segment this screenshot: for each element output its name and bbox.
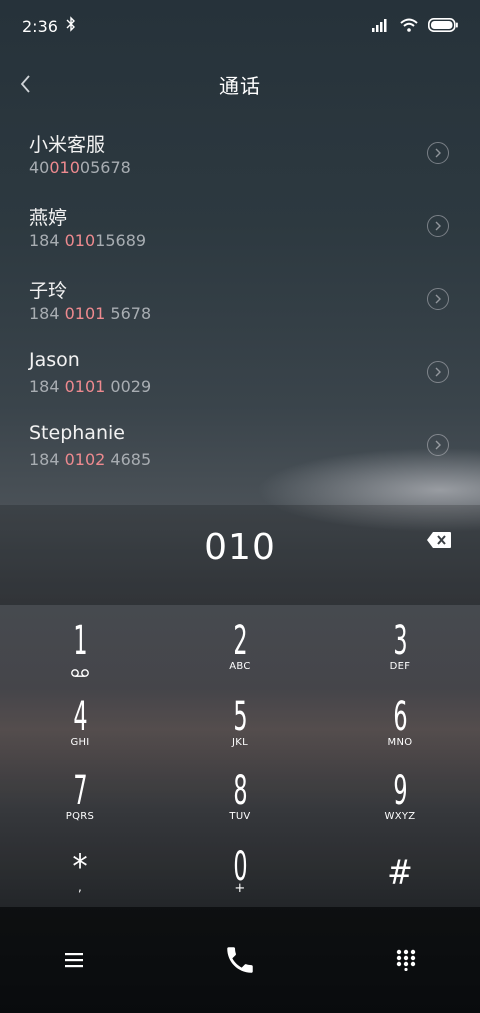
key-digit: 8 [232, 768, 248, 814]
contact-name: 子玲 [29, 280, 68, 302]
contact-number: 184 0101 5678 [29, 304, 152, 323]
contact-number: 184 0102 4685 [29, 450, 152, 469]
bluetooth-icon [66, 16, 76, 36]
contact-item[interactable]: Jason 184 0101 0029 [0, 337, 480, 410]
battery-icon [428, 17, 458, 36]
key-digit: 4 [72, 694, 88, 740]
contact-item[interactable]: 燕婷 184 01015689 [0, 191, 480, 264]
bottom-action-bar [0, 907, 480, 1013]
backspace-icon [427, 532, 451, 548]
contact-name: Stephanie [29, 422, 125, 444]
contact-number: 184 01015689 [29, 231, 147, 250]
key-3[interactable]: 3 DEF [320, 611, 480, 687]
chevron-right-icon [435, 294, 441, 304]
chevron-right-icon [435, 367, 441, 377]
key-9[interactable]: 9 WXYZ [320, 761, 480, 837]
voicemail-icon [70, 663, 90, 682]
key-digit: 7 [72, 768, 88, 814]
key-digit: # [387, 853, 413, 893]
dialpad-toggle-button[interactable] [383, 937, 429, 983]
contact-detail-button[interactable] [427, 215, 449, 237]
dialed-number: 010 [204, 527, 276, 568]
contact-item[interactable]: 小米客服 4001005678 [0, 118, 480, 191]
signal-icon [372, 17, 390, 36]
call-button[interactable] [217, 937, 263, 983]
contact-name: 燕婷 [29, 207, 68, 229]
backspace-button[interactable] [426, 531, 452, 549]
menu-icon [65, 953, 83, 968]
key-letters: , [77, 880, 83, 894]
key-8[interactable]: 8 TUV [160, 761, 320, 837]
key-6[interactable]: 6 MNO [320, 687, 480, 763]
contact-detail-button[interactable] [427, 288, 449, 310]
contact-detail-button[interactable] [427, 142, 449, 164]
contact-name: Jason [29, 349, 80, 371]
dial-display: 010 [0, 505, 480, 605]
key-hash[interactable]: # [320, 837, 480, 913]
key-2[interactable]: 2 ABC [160, 611, 320, 687]
chevron-right-icon [435, 440, 441, 450]
phone-icon [227, 947, 253, 973]
status-time: 2:36 [22, 16, 58, 36]
key-star[interactable]: * , [0, 837, 160, 913]
contact-item[interactable]: 子玲 184 0101 5678 [0, 264, 480, 337]
contact-number: 184 0101 0029 [29, 377, 152, 396]
menu-button[interactable] [51, 937, 97, 983]
key-1[interactable]: 1 [0, 611, 160, 687]
key-digit: 9 [392, 768, 408, 814]
chevron-right-icon [435, 221, 441, 231]
status-bar: 2:36 [0, 0, 480, 52]
contact-list: 小米客服 4001005678 燕婷 184 01015689 子玲 184 0… [0, 118, 480, 483]
key-digit: 1 [72, 618, 88, 664]
key-digit: 3 [392, 618, 408, 664]
key-digit: 2 [232, 618, 248, 664]
dialpad-icon [396, 949, 416, 971]
header: 通话 [0, 60, 480, 108]
key-digit: 0 [232, 844, 248, 890]
contact-item[interactable]: Stephanie 184 0102 4685 [0, 410, 480, 483]
page-title: 通话 [219, 74, 261, 98]
key-0[interactable]: 0 + [160, 837, 320, 913]
dial-keypad: 1 2 ABC 3 DEF 4 GHI 5 JKL 6 MNO 7 PQRS 8… [0, 605, 480, 907]
contact-detail-button[interactable] [427, 434, 449, 456]
key-5[interactable]: 5 JKL [160, 687, 320, 763]
key-digit: 5 [232, 694, 248, 740]
chevron-right-icon [435, 148, 441, 158]
key-digit: 6 [392, 694, 408, 740]
contact-name: 小米客服 [29, 134, 106, 156]
key-4[interactable]: 4 GHI [0, 687, 160, 763]
wifi-icon [400, 17, 418, 36]
key-7[interactable]: 7 PQRS [0, 761, 160, 837]
contact-number: 4001005678 [29, 158, 131, 177]
contact-detail-button[interactable] [427, 361, 449, 383]
